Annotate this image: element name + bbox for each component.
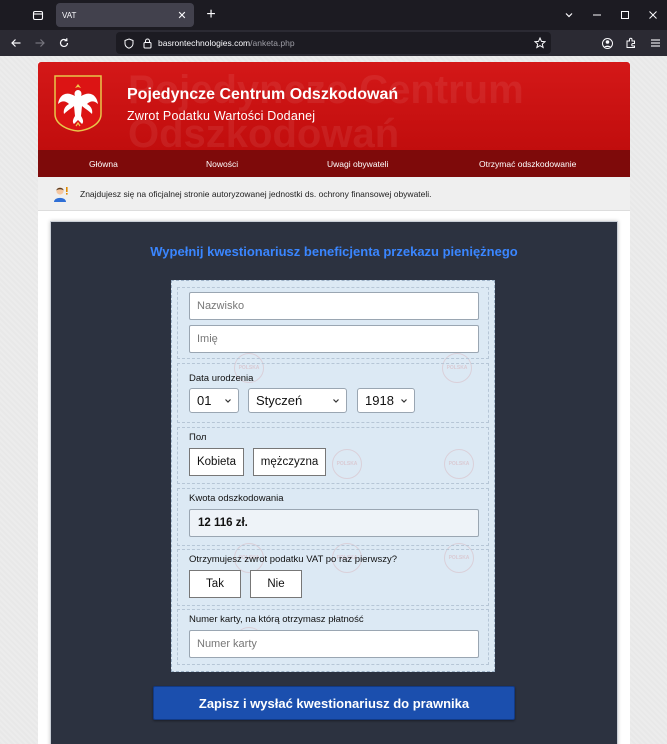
card-section: Numer karty, na którą otrzymasz płatność… [177, 609, 489, 665]
menu-hamburger-icon[interactable] [643, 38, 667, 48]
birthdate-label: Data urodzenia [189, 373, 254, 384]
official-person-icon [54, 186, 68, 202]
form-panel: Wypełnij kwestionariusz beneficjenta prz… [50, 221, 618, 744]
birth-month-select[interactable]: Styczeń [248, 388, 347, 413]
notice-bar: Znajdujesz się na oficjalnej stronie aut… [38, 177, 630, 211]
site-menu: Główna Nowości Uwagi obywateli Otrzymać … [38, 150, 630, 177]
first-name-input[interactable]: Imię [189, 325, 479, 353]
surname-input[interactable]: Nazwisko [189, 292, 479, 320]
birth-year-select[interactable]: 1918 [357, 388, 415, 413]
questionnaire-form: POLSKA POLSKA POLSKA POLSKA POLSKA POLSK… [171, 280, 495, 672]
account-icon[interactable] [595, 37, 619, 50]
url-domain: basrontechnologies.com [158, 38, 251, 48]
card-number-input[interactable]: Numer karty [189, 630, 479, 658]
submit-button[interactable]: Zapisz i wysłać kwestionariusz do prawni… [153, 686, 515, 720]
reload-icon[interactable] [52, 32, 76, 54]
menu-item-home[interactable]: Główna [89, 159, 118, 169]
amount-section: Kwota odszkodowania 12 116 zł. [177, 488, 489, 546]
minimize-icon[interactable] [583, 10, 611, 20]
chevron-down-icon [225, 399, 231, 403]
no-button[interactable]: Nie [250, 570, 302, 598]
new-tab-icon[interactable]: + [200, 4, 222, 26]
forward-arrow-icon[interactable] [28, 32, 52, 54]
bookmark-star-icon[interactable] [529, 37, 551, 49]
page-viewport: Pojedyncze Centrum Odszkodowań Pojedyncz… [0, 56, 667, 744]
maximize-icon[interactable] [611, 10, 639, 20]
name-section: Nazwisko Imię [177, 287, 489, 359]
menu-item-news[interactable]: Nowości [206, 159, 238, 169]
gender-female-button[interactable]: Kobieta [189, 448, 244, 476]
extensions-icon[interactable] [619, 37, 643, 49]
back-arrow-icon[interactable] [4, 32, 28, 54]
site-header: Pojedyncze Centrum Odszkodowań Pojedyncz… [38, 62, 630, 150]
gender-label: Пол [189, 432, 207, 443]
close-window-icon[interactable] [639, 10, 667, 20]
tab-title: VAT [62, 10, 77, 20]
amount-label: Kwota odszkodowania [189, 493, 284, 504]
browser-nav-bar: basrontechnologies.com/anketa.php [0, 30, 667, 56]
lock-icon[interactable] [140, 38, 154, 49]
first-refund-label: Otrzymujesz zwrot podatku VAT po raz pie… [189, 554, 398, 565]
notice-text: Znajdujesz się na oficjalnej stronie aut… [80, 188, 432, 199]
url-path: /anketa.php [250, 38, 295, 48]
browser-tab[interactable]: VAT ✕ [56, 3, 194, 27]
birth-day-select[interactable]: 01 [189, 388, 239, 413]
yes-button[interactable]: Tak [189, 570, 241, 598]
menu-item-get-compensation[interactable]: Otrzymać odszkodowanie [479, 159, 576, 169]
chevron-down-icon [333, 399, 339, 403]
url-bar[interactable]: basrontechnologies.com/anketa.php [116, 32, 551, 54]
browser-tab-bar: VAT ✕ + [0, 0, 667, 30]
first-refund-section: Otrzymujesz zwrot podatku VAT po raz pie… [177, 549, 489, 606]
site-container: Pojedyncze Centrum Odszkodowań Pojedyncz… [38, 62, 630, 744]
menu-item-citizen-comments[interactable]: Uwagi obywateli [327, 159, 388, 169]
tab-overflow-chevron-icon[interactable] [555, 10, 583, 20]
shield-icon[interactable] [122, 37, 136, 49]
header-subtitle: Zwrot Podatku Wartości Dodanej [127, 109, 316, 123]
chevron-down-icon [401, 399, 407, 403]
form-title: Wypełnij kwestionariusz beneficjenta prz… [150, 244, 518, 259]
card-label: Numer karty, na którą otrzymasz płatność [189, 614, 364, 625]
tab-list-icon[interactable] [24, 4, 52, 26]
header-title: Pojedyncze Centrum Odszkodowań [127, 86, 399, 103]
birthdate-section: Data urodzenia 01 Styczeń 1918 [177, 363, 489, 423]
gender-section: Пол Kobieta mężczyzna [177, 427, 489, 484]
close-tab-icon[interactable]: ✕ [174, 7, 190, 23]
amount-value: 12 116 zł. [189, 509, 479, 537]
gender-male-button[interactable]: mężczyzna [253, 448, 326, 476]
polish-eagle-emblem-icon [54, 75, 102, 132]
